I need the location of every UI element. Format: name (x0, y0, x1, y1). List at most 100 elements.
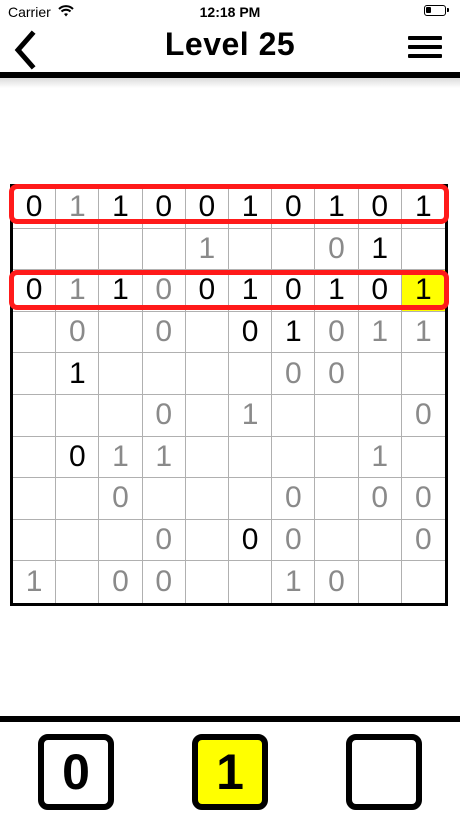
board-cell[interactable] (315, 519, 359, 562)
board-cell[interactable]: 1 (56, 270, 100, 312)
board-cell[interactable]: 1 (13, 561, 57, 603)
board-cell[interactable]: 1 (358, 228, 402, 271)
board-cell[interactable] (185, 478, 229, 520)
board-cell[interactable]: 1 (99, 270, 143, 312)
board-cell[interactable]: 1 (185, 228, 229, 271)
board-cell[interactable]: 0 (272, 187, 316, 229)
board-cell[interactable] (186, 561, 229, 603)
board-cell[interactable] (185, 353, 229, 395)
board-cell[interactable]: 1 (56, 353, 100, 395)
board-cell[interactable] (401, 437, 445, 479)
palette-one-button[interactable]: 1 (192, 734, 268, 810)
board-cell[interactable]: 0 (401, 520, 445, 562)
board-cell[interactable] (13, 478, 57, 520)
board-cell[interactable]: 1 (358, 436, 402, 479)
board-cell[interactable]: 1 (56, 187, 100, 229)
board-cell[interactable]: 0 (142, 311, 186, 354)
board-cell[interactable]: 0 (315, 228, 359, 271)
board-cell[interactable] (185, 394, 229, 437)
board-cell[interactable]: 0 (56, 311, 100, 354)
board-cell[interactable] (185, 519, 229, 562)
board-cell[interactable]: 0 (401, 395, 445, 437)
board-cell[interactable]: 0 (185, 270, 229, 312)
board-cell[interactable]: 0 (142, 394, 186, 437)
board-cell[interactable]: 0 (358, 478, 402, 520)
board-cell[interactable] (315, 394, 359, 437)
board-cell[interactable] (185, 436, 229, 479)
board-cell[interactable]: 1 (272, 311, 316, 354)
board-cell[interactable]: 0 (315, 353, 359, 395)
board-cell[interactable] (99, 353, 143, 395)
board-cell[interactable] (13, 353, 57, 395)
board-cell[interactable]: 0 (272, 270, 316, 312)
board-cell[interactable]: 1 (401, 187, 445, 229)
board-cell[interactable] (99, 519, 143, 562)
board-cell[interactable] (402, 561, 445, 603)
board-cell[interactable] (401, 353, 445, 395)
board-cell[interactable]: 0 (13, 270, 57, 312)
board-cell[interactable]: 0 (99, 561, 143, 603)
board-cell[interactable] (142, 353, 186, 395)
board-cell[interactable]: 1 (229, 187, 273, 229)
board-cell[interactable]: 0 (272, 519, 316, 562)
board-cell[interactable]: 1 (315, 187, 359, 229)
board-cell[interactable]: 1 (99, 187, 143, 229)
board-cell[interactable]: 0 (13, 187, 57, 229)
palette-zero-button[interactable]: 0 (38, 734, 114, 810)
hamburger-menu-icon[interactable] (408, 36, 442, 62)
board-cell[interactable]: 0 (401, 478, 445, 520)
board-cell[interactable]: 0 (358, 187, 402, 229)
board-cell[interactable]: 0 (358, 270, 402, 312)
board-cell[interactable]: 0 (272, 478, 316, 520)
board-cell[interactable] (229, 228, 273, 271)
board-cell[interactable]: 0 (142, 270, 186, 312)
board-cell[interactable] (13, 436, 57, 479)
board-cell[interactable]: 1 (229, 270, 273, 312)
board-cell[interactable]: 0 (142, 519, 186, 562)
board-cell[interactable] (99, 311, 143, 354)
board-cell[interactable]: 0 (56, 436, 100, 479)
board-cell[interactable]: 0 (229, 519, 273, 562)
board-cell[interactable] (359, 561, 402, 603)
board-cell[interactable] (401, 229, 445, 271)
palette-clear-button[interactable] (346, 734, 422, 810)
board-cell[interactable]: 1 (142, 436, 186, 479)
board-cell[interactable] (13, 311, 57, 354)
board-cell[interactable]: 0 (142, 187, 186, 229)
board-cell[interactable] (56, 228, 100, 271)
board-cell[interactable]: 0 (99, 478, 143, 520)
board-cell[interactable] (229, 436, 273, 479)
board-cell[interactable] (142, 478, 186, 520)
board-cell[interactable] (272, 394, 316, 437)
board-cell[interactable]: 0 (315, 311, 359, 354)
board-cell[interactable]: 0 (272, 353, 316, 395)
board-cell[interactable] (229, 353, 273, 395)
board-cell[interactable]: 1 (315, 270, 359, 312)
board-cell[interactable] (13, 228, 57, 271)
board-cell[interactable] (358, 353, 402, 395)
board-cell[interactable]: 0 (315, 561, 359, 603)
board-cell[interactable]: 1 (401, 270, 445, 312)
board-cell[interactable] (56, 394, 100, 437)
board-cell[interactable] (56, 519, 100, 562)
board-cell[interactable]: 0 (143, 561, 186, 603)
board-cell[interactable]: 1 (401, 312, 445, 354)
board-cell[interactable] (185, 311, 229, 354)
board-cell[interactable] (56, 561, 100, 603)
board-cell[interactable]: 0 (229, 311, 273, 354)
board-cell[interactable] (229, 478, 273, 520)
board-cell[interactable] (99, 394, 143, 437)
board-cell[interactable] (99, 228, 143, 271)
board-cell[interactable] (358, 394, 402, 437)
board-cell[interactable]: 1 (358, 311, 402, 354)
board-cell[interactable] (272, 436, 316, 479)
board-cell[interactable] (13, 394, 57, 437)
board-cell[interactable]: 1 (99, 436, 143, 479)
board-cell[interactable]: 1 (272, 561, 316, 603)
board-cell[interactable] (142, 228, 186, 271)
board-cell[interactable] (358, 519, 402, 562)
board-cell[interactable] (13, 519, 57, 562)
board-cell[interactable] (56, 478, 100, 520)
board-cell[interactable] (272, 228, 316, 271)
board-cell[interactable] (315, 436, 359, 479)
